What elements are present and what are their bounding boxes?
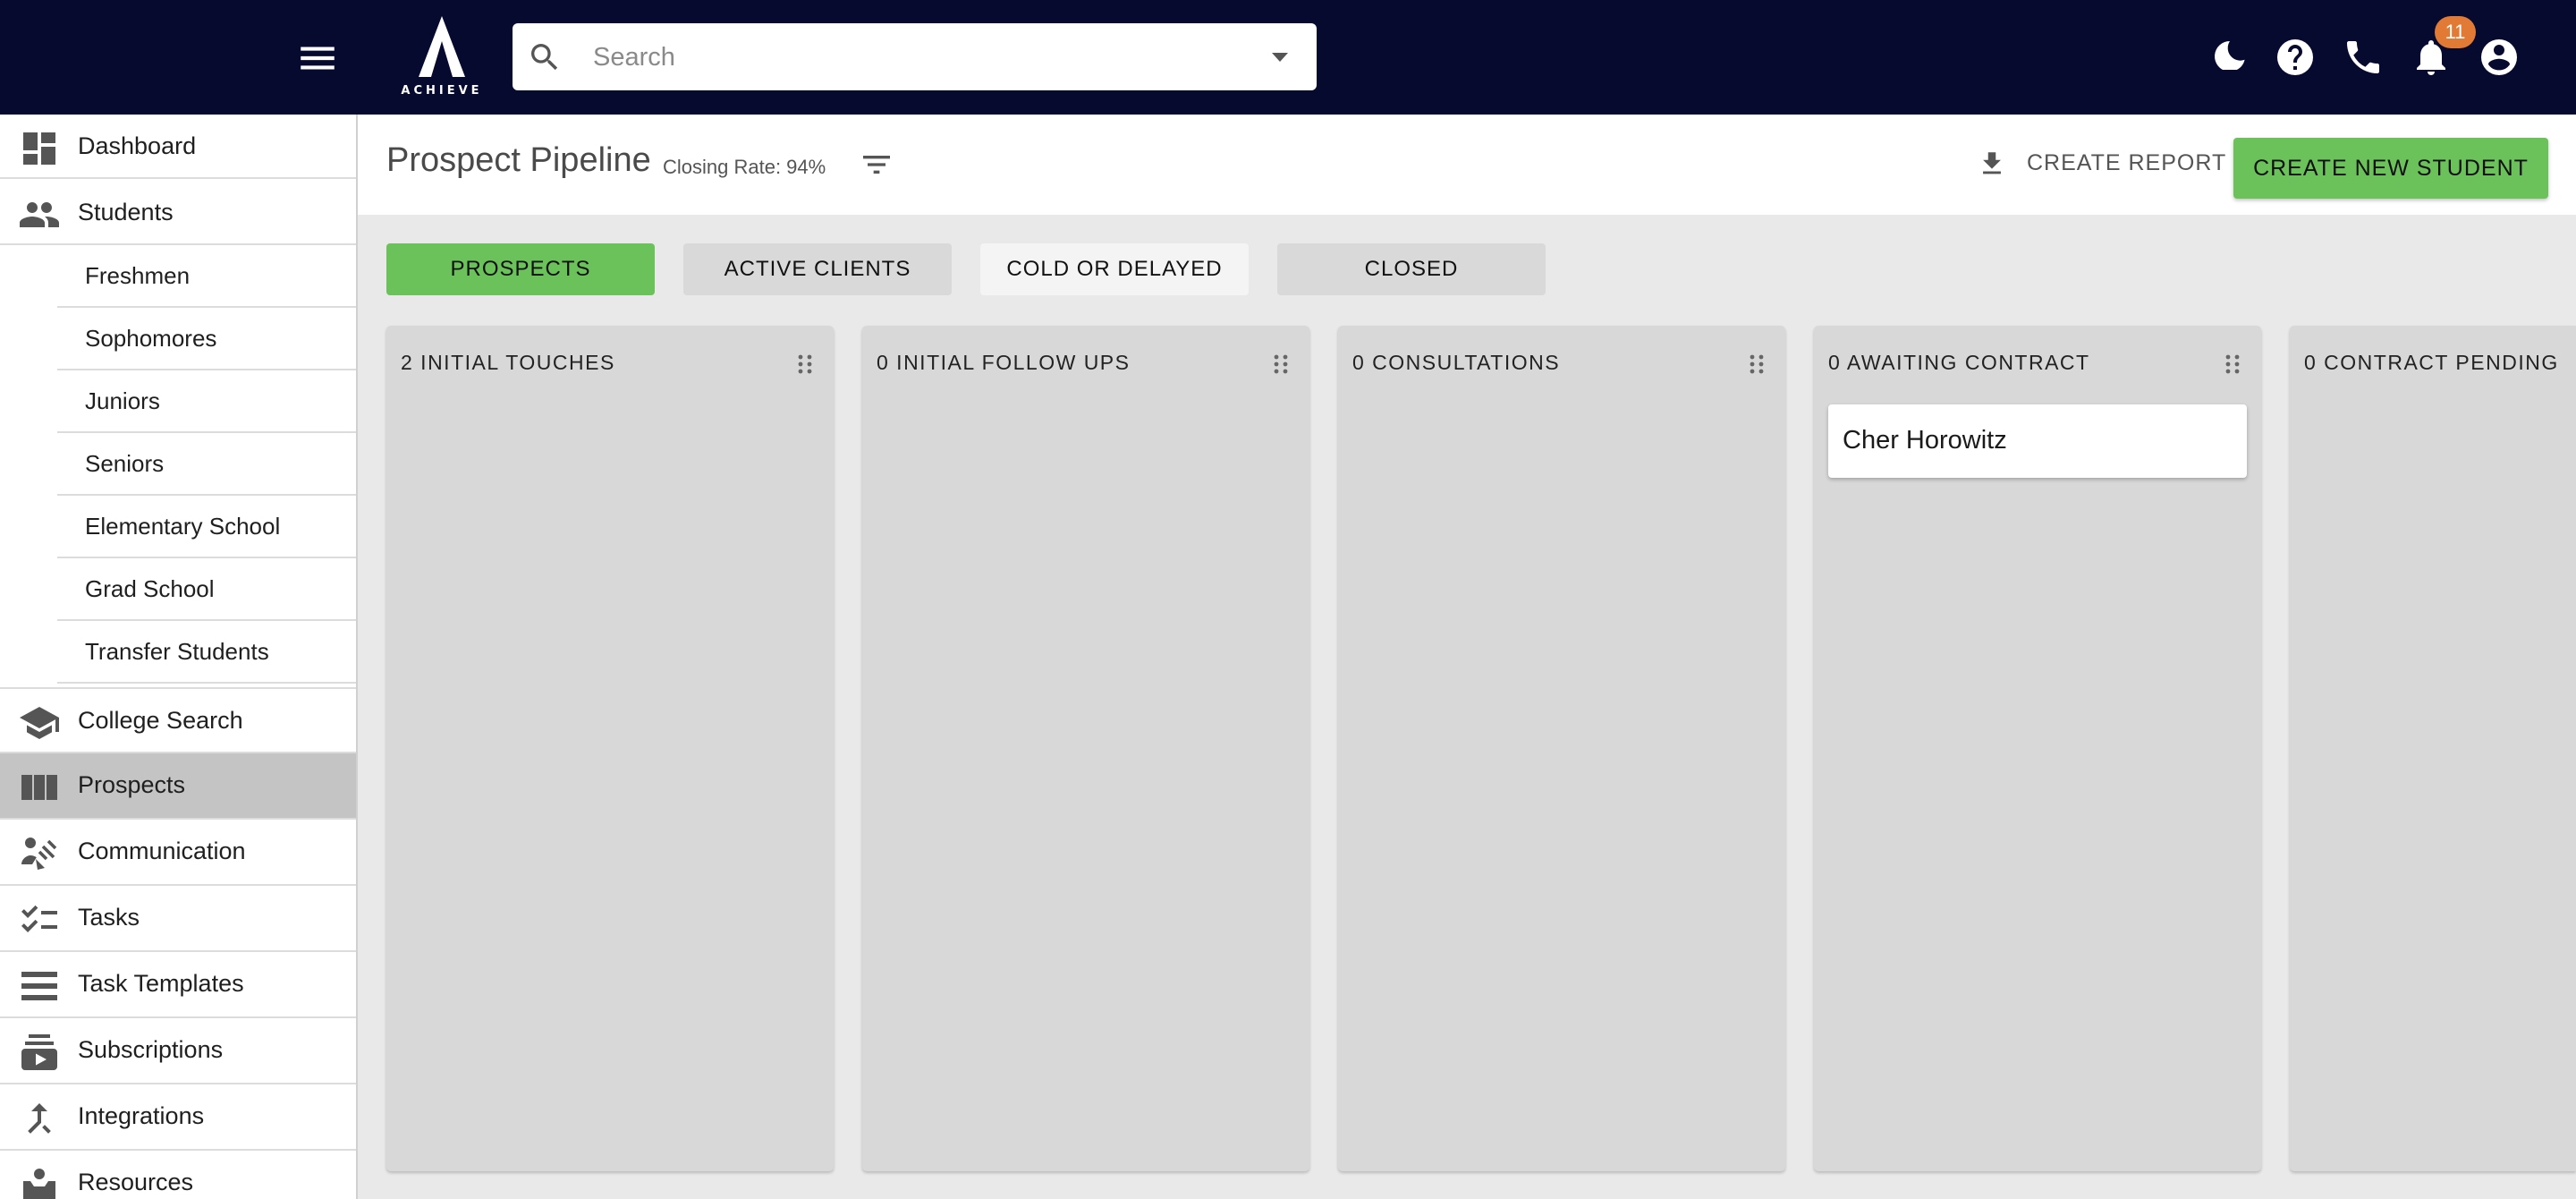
column-title: 0 AWAITING CONTRACT: [1828, 351, 2090, 374]
view-columns-icon: [18, 766, 61, 809]
logo-text: ACHIEVE: [401, 84, 483, 98]
sidebar-subitem-label: Seniors: [85, 450, 165, 477]
create-report-label: CREATE REPORT: [2027, 150, 2227, 175]
sidebar-subitem-grad-school[interactable]: Grad School: [57, 558, 356, 621]
search-icon: [527, 39, 563, 75]
sidebar-item-resources[interactable]: Resources: [0, 1151, 356, 1199]
sidebar: Dashboard Students Freshmen Sophomores J…: [0, 115, 358, 1199]
column-title: 0 CONSULTATIONS: [1352, 351, 1561, 374]
sidebar-item-label: Tasks: [78, 904, 140, 931]
page-header: Prospect Pipeline Closing Rate: 94% CREA…: [358, 115, 2576, 215]
download-icon: [1977, 149, 2007, 179]
drag-handle-icon[interactable]: [796, 353, 814, 376]
tab-closed[interactable]: CLOSED: [1277, 243, 1546, 295]
student-card-name: Cher Horowitz: [1843, 426, 2007, 455]
drag-handle-icon[interactable]: [2224, 353, 2241, 376]
search-dropdown-arrow[interactable]: [1267, 48, 1293, 66]
page-title: Prospect Pipeline: [386, 141, 651, 179]
tab-cold-or-delayed[interactable]: COLD OR DELAYED: [980, 243, 1249, 295]
pipeline-column-consultations: 0 CONSULTATIONS: [1338, 326, 1785, 1171]
sidebar-subitem-juniors[interactable]: Juniors: [57, 370, 356, 433]
filter-icon[interactable]: [859, 147, 894, 183]
sidebar-item-college-search[interactable]: College Search: [0, 687, 356, 753]
people-icon: [18, 193, 61, 236]
sidebar-item-dashboard[interactable]: Dashboard: [0, 115, 356, 179]
sidebar-subitem-label: Transfer Students: [85, 638, 269, 665]
closing-rate: Closing Rate: 94%: [663, 156, 826, 178]
column-title: 2 INITIAL TOUCHES: [401, 351, 615, 374]
sidebar-item-label: Resources: [78, 1169, 194, 1195]
chevron-down-icon[interactable]: [1765, 69, 1792, 92]
top-bar: ACHIEVE 11: [0, 0, 2576, 115]
sidebar-item-label: Prospects: [78, 771, 186, 798]
phone-icon[interactable]: [2342, 36, 2385, 79]
pipeline-column-awaiting-contract: 0 AWAITING CONTRACT Cher Horowitz: [1814, 326, 2261, 1171]
sidebar-subitem-label: Freshmen: [85, 262, 191, 289]
sidebar-subitem-freshmen[interactable]: Freshmen: [57, 245, 356, 308]
column-title: 0 INITIAL FOLLOW UPS: [877, 351, 1131, 374]
sidebar-item-label: Integrations: [78, 1102, 205, 1129]
sidebar-subitem-label: Sophomores: [85, 325, 217, 352]
create-new-student-button[interactable]: CREATE NEW STUDENT: [2233, 138, 2548, 199]
sidebar-item-students[interactable]: Students: [0, 181, 356, 245]
list-lines-icon: [18, 965, 61, 1008]
column-title: 0 CONTRACT PENDING: [2304, 351, 2559, 374]
sidebar-subitem-elementary-school[interactable]: Elementary School: [57, 496, 356, 558]
dashboard-icon: [18, 127, 61, 170]
sidebar-item-integrations[interactable]: Integrations: [0, 1084, 356, 1151]
sidebar-item-tasks[interactable]: Tasks: [0, 886, 356, 952]
sidebar-item-label: Dashboard: [78, 132, 197, 159]
tab-prospects[interactable]: PROSPECTS: [386, 243, 655, 295]
pipeline-column-initial-follow-ups: 0 INITIAL FOLLOW UPS: [862, 326, 1309, 1171]
achieve-logo[interactable]: ACHIEVE: [397, 14, 487, 100]
sidebar-subitem-label: Juniors: [85, 387, 160, 414]
merge-icon: [18, 1097, 61, 1140]
moon-icon[interactable]: [2207, 36, 2250, 79]
inbox-tray-icon: [18, 1163, 61, 1199]
checklist-icon: [18, 898, 61, 941]
sidebar-item-label: College Search: [78, 707, 243, 734]
tab-active-clients[interactable]: ACTIVE CLIENTS: [683, 243, 952, 295]
menu-icon[interactable]: [295, 36, 340, 81]
sidebar-item-label: Subscriptions: [78, 1036, 224, 1063]
sidebar-subitem-label: Grad School: [85, 575, 215, 602]
sidebar-item-label: Task Templates: [78, 970, 244, 997]
sidebar-item-subscriptions[interactable]: Subscriptions: [0, 1018, 356, 1084]
student-card[interactable]: Cher Horowitz: [1828, 404, 2247, 478]
drag-handle-icon[interactable]: [1748, 353, 1766, 376]
subscriptions-icon: [18, 1031, 61, 1074]
search-bar[interactable]: [513, 23, 1317, 90]
sidebar-item-prospects[interactable]: Prospects: [0, 753, 356, 820]
drag-handle-icon[interactable]: [1272, 353, 1290, 376]
pipeline-column-initial-touches: 2 INITIAL TOUCHES: [386, 326, 834, 1171]
sidebar-subitem-transfer-students[interactable]: Transfer Students: [57, 621, 356, 684]
graduation-cap-icon: [18, 702, 61, 744]
notification-badge: 11: [2435, 16, 2476, 48]
sidebar-subitem-sophomores[interactable]: Sophomores: [57, 308, 356, 370]
help-icon[interactable]: [2274, 36, 2317, 79]
sidebar-item-communication[interactable]: Communication: [0, 820, 356, 886]
pipeline-column-contract-pending: 0 CONTRACT PENDING: [2290, 326, 2576, 1171]
sidebar-item-label: Students: [78, 199, 174, 225]
sidebar-subitem-label: Elementary School: [85, 513, 281, 540]
account-icon[interactable]: [2478, 36, 2521, 79]
sidebar-item-task-templates[interactable]: Task Templates: [0, 952, 356, 1018]
communication-icon: [18, 832, 61, 875]
sidebar-subitem-seniors[interactable]: Seniors: [57, 433, 356, 496]
sidebar-item-label: Communication: [78, 838, 246, 864]
search-input[interactable]: [591, 36, 1221, 79]
